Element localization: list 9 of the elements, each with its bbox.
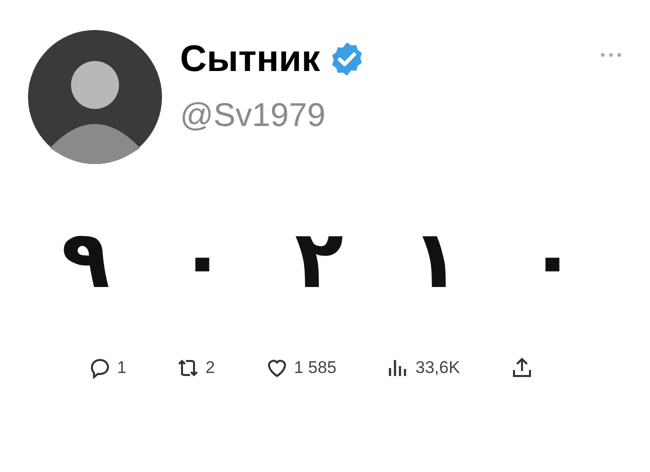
- action-count: 1 585: [294, 358, 336, 378]
- reply-icon[interactable]: [88, 356, 112, 380]
- action-count: 2: [205, 358, 215, 378]
- author-name: Сытник: [180, 38, 320, 80]
- action-count: 33,6K: [415, 358, 460, 378]
- action-count: 1: [117, 358, 126, 378]
- tweet-text: ٩ ٠ ٢ ١ ٠: [61, 212, 577, 308]
- author-handle: @Sv1979: [180, 96, 326, 134]
- avatar-silhouette-icon: [28, 30, 162, 164]
